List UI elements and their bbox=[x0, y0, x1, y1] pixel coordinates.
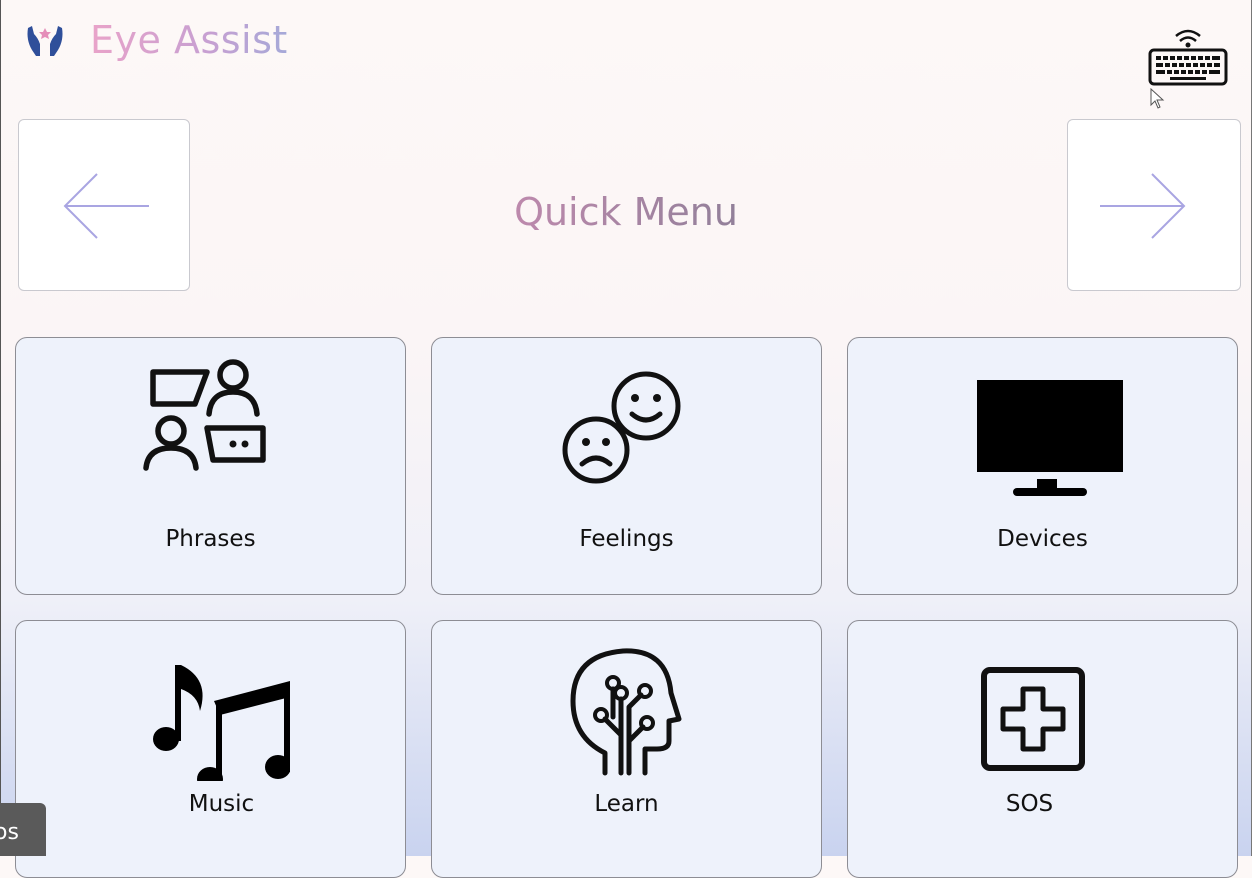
tile-music[interactable]: Music bbox=[15, 620, 406, 878]
keyboard-button[interactable] bbox=[1146, 24, 1230, 88]
brain-head-icon bbox=[570, 648, 681, 776]
music-notes-icon bbox=[152, 665, 290, 781]
medical-cross-icon bbox=[980, 667, 1085, 771]
tile-label: Phrases bbox=[165, 526, 256, 552]
tile-feelings[interactable]: Feelings bbox=[431, 337, 822, 595]
app-title: Eye Assist bbox=[90, 18, 288, 62]
wireless-keyboard-icon bbox=[1148, 29, 1228, 86]
hands-logo-icon bbox=[27, 26, 63, 56]
tile-label: Learn bbox=[594, 791, 659, 817]
page-title: Quick Menu bbox=[0, 186, 1252, 238]
tile-sos[interactable]: SOS bbox=[847, 620, 1238, 878]
corner-overlay-tag: os bbox=[0, 803, 46, 856]
emotions-icon bbox=[562, 371, 680, 484]
tile-devices[interactable]: Devices bbox=[847, 337, 1238, 595]
mouse-cursor-icon bbox=[1150, 88, 1165, 109]
conversation-icon bbox=[142, 359, 266, 471]
monitor-icon bbox=[976, 380, 1123, 496]
tile-label: Music bbox=[188, 791, 255, 817]
tile-learn[interactable]: Learn bbox=[431, 620, 822, 878]
next-page-button[interactable] bbox=[1067, 119, 1241, 291]
tile-label: SOS bbox=[1005, 791, 1054, 817]
tile-phrases[interactable]: Phrases bbox=[15, 337, 406, 595]
tile-label: Devices bbox=[997, 526, 1088, 552]
arrow-right-icon bbox=[1100, 173, 1186, 239]
tile-label: Feelings bbox=[579, 526, 674, 552]
